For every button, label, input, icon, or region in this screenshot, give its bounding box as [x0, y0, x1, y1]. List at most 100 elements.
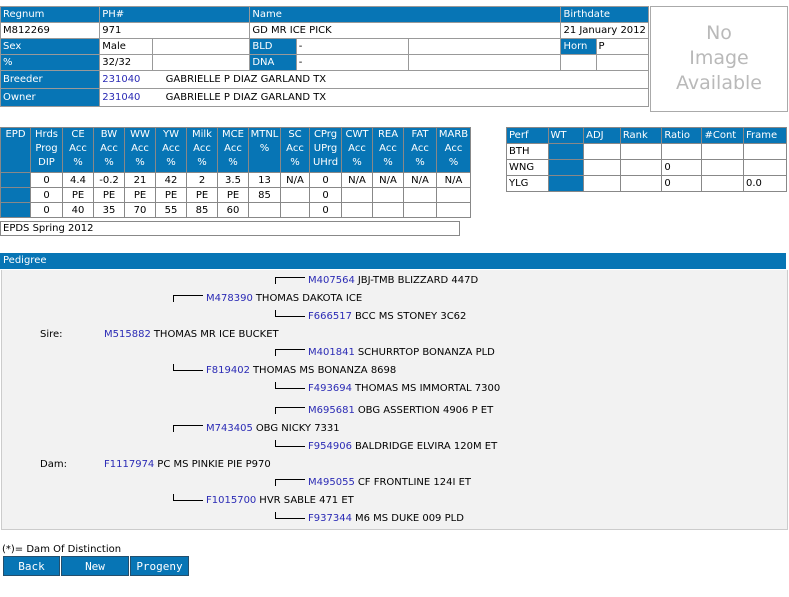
pedigree-id-link[interactable]: F954906	[308, 441, 352, 452]
pedigree-id-link[interactable]: M478390	[206, 293, 253, 304]
epd-cell	[372, 202, 404, 218]
epd-cell: 0	[309, 202, 342, 218]
epd-cell	[280, 187, 310, 203]
epd-header-text: WW	[130, 129, 150, 140]
epd-header-cell: REA Acc%	[372, 127, 404, 173]
epd-cell: 0	[30, 187, 63, 203]
perf-header-cell: Rank	[619, 127, 663, 144]
name-value: GD MR ICE PICK	[249, 22, 562, 39]
pedigree-id-link[interactable]: F937344	[308, 513, 352, 524]
pedigree-connector	[275, 310, 305, 317]
pedigree-id-link[interactable]: F1015700	[206, 495, 256, 506]
epd-cell: N/A	[372, 172, 404, 188]
epd-header-text: FAT	[411, 129, 429, 140]
pedigree-animal-name: THOMAS MS IMMORTAL 7300	[354, 383, 501, 394]
pedigree-entry: M695681 OBG ASSERTION 4906 P ET	[308, 405, 493, 416]
epd-cell: PE	[186, 187, 218, 203]
perf-cell	[701, 143, 745, 160]
pedigree-id-link[interactable]: F666517	[308, 311, 352, 322]
epd-header-text: Acc	[193, 143, 211, 154]
pedigree-connector	[275, 440, 305, 447]
epd-header-text: %	[228, 157, 238, 168]
epd-header-text: MCE	[222, 129, 244, 140]
epd-cell: 0	[30, 202, 63, 218]
epd-header-cell: Hrds Prog DIP	[30, 127, 63, 173]
epd-cell: 35	[93, 202, 125, 218]
epd-cell: PE	[93, 187, 125, 203]
pedigree-animal-name: M6 MS DUKE 009 PLD	[354, 513, 464, 524]
epd-header-text: Milk	[192, 129, 212, 140]
breeder-id-link[interactable]: 231040	[102, 74, 140, 85]
epd-header-text: EPD	[5, 129, 26, 140]
pedigree-entry: F493694 THOMAS MS IMMORTAL 7300	[308, 383, 500, 394]
epd-footer: EPDS Spring 2012	[0, 221, 460, 236]
no-image-placeholder: No Image Available	[650, 6, 788, 112]
epd-header-text: SC	[288, 129, 302, 140]
owner-name: GABRIELLE P DIAZ GARLAND TX	[165, 92, 327, 103]
epd-cell: 21	[124, 172, 156, 188]
pedigree-connector	[173, 364, 203, 371]
epd-cell: N/A	[280, 172, 310, 188]
pedigree-id-link[interactable]: M695681	[308, 405, 355, 416]
name-label: Name	[249, 6, 562, 23]
pedigree-id-link[interactable]: M743405	[206, 423, 253, 434]
epd-cell	[280, 202, 310, 218]
pedigree-id-link[interactable]: F819402	[206, 365, 250, 376]
epd-header-cell: FAT Acc%	[403, 127, 437, 173]
epd-header-cell: CPrg UPrg UHrd	[309, 127, 342, 173]
epd-header-text: %	[135, 157, 145, 168]
epd-header-text: BW	[100, 129, 118, 140]
pedigree-id-link[interactable]: F493694	[308, 383, 352, 394]
progeny-button[interactable]: Progeny	[130, 556, 189, 576]
epd-header-text: CE	[71, 129, 85, 140]
dna-label: DNA	[249, 54, 297, 71]
pedigree-id-link[interactable]: M401841	[308, 347, 355, 358]
epd-cell: PE	[62, 187, 94, 203]
pedigree-id-link[interactable]: M495055	[308, 477, 355, 488]
perf-row-label: YLG	[506, 175, 549, 192]
dna-value: -	[295, 54, 409, 71]
perf-header-cell: #Cont	[701, 127, 745, 144]
epd-header-text: %	[352, 157, 362, 168]
pedigree-animal-name: THOMAS DAKOTA ICE	[255, 293, 363, 304]
epd-header-text: YW	[163, 129, 179, 140]
epd-cell: PE	[124, 187, 156, 203]
pedigree-entry: F819402 THOMAS MS BONANZA 8698	[206, 365, 396, 376]
epd-cell	[436, 202, 471, 218]
perf-cell	[661, 143, 703, 160]
new-search-button[interactable]: New Search	[61, 556, 129, 593]
pedigree-animal-name: OBG ASSERTION 4906 P ET	[357, 405, 494, 416]
pedigree-animal-name: PC MS PINKIE PIE P970	[157, 459, 271, 470]
owner-id-link[interactable]: 231040	[102, 92, 140, 103]
epd-header-text: %	[73, 157, 83, 168]
pedigree-connector	[275, 277, 305, 284]
epd-cell	[248, 202, 281, 218]
epd-header-text: DIP	[38, 157, 55, 168]
epd-cell: 55	[155, 202, 187, 218]
epd-cell	[403, 202, 437, 218]
epd-header-cell: MCE Acc%	[217, 127, 249, 173]
epd-header-text: %	[166, 157, 176, 168]
back-button[interactable]: Back	[3, 556, 60, 576]
pedigree-id-link[interactable]: M515882	[104, 329, 151, 340]
epd-header-text: %	[383, 157, 393, 168]
epd-header-text: %	[259, 143, 270, 154]
epd-cell: 0	[309, 187, 342, 203]
perf-row-label: WNG	[506, 159, 549, 176]
perf-header-cell: Perf	[506, 127, 549, 144]
epd-header-text: CWT	[345, 129, 369, 140]
perf-cell: 0	[661, 159, 703, 176]
epd-cell: 70	[124, 202, 156, 218]
epd-cell	[0, 202, 31, 218]
epd-header-text: REA	[377, 129, 399, 140]
epd-header-text: UPrg	[313, 143, 338, 154]
perf-cell	[547, 159, 585, 176]
breeder-name: GABRIELLE P DIAZ GARLAND TX	[165, 74, 327, 85]
pedigree-animal-name: CF FRONTLINE 124I ET	[357, 477, 472, 488]
pedigree-header: Pedigree	[0, 253, 786, 269]
epd-header-cell: MARB Acc%	[436, 127, 471, 173]
pedigree-connector	[173, 425, 203, 432]
pedigree-id-link[interactable]: F1117974	[104, 459, 154, 470]
pedigree-id-link[interactable]: M407564	[308, 275, 355, 286]
perf-header-cell: ADJ	[583, 127, 621, 144]
